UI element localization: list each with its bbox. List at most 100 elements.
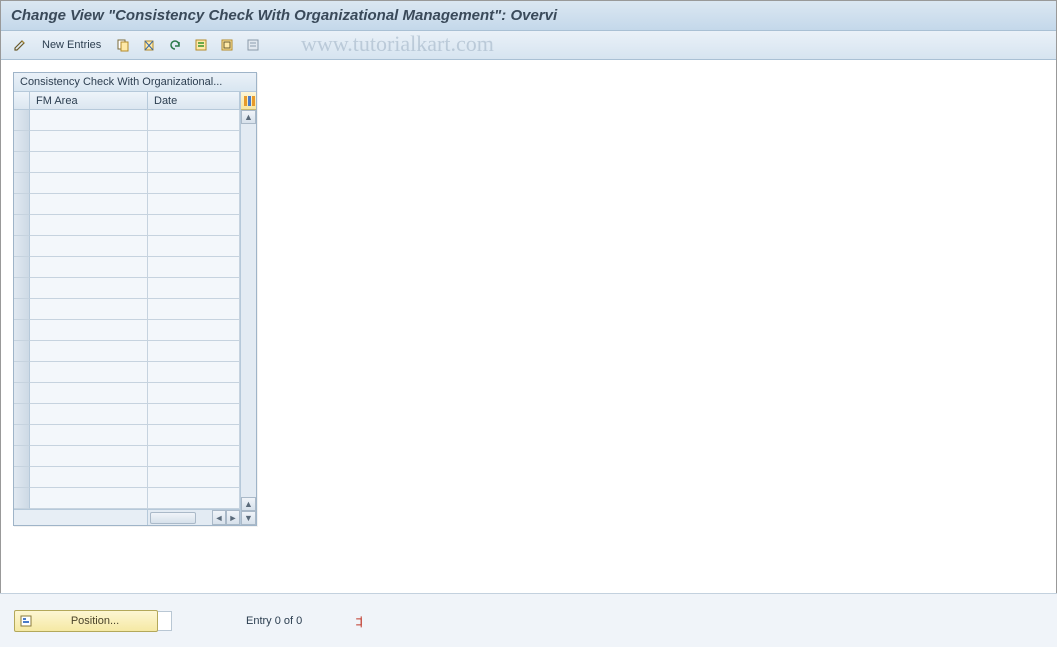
table-row[interactable] <box>14 131 240 152</box>
cell-fm-area[interactable] <box>30 467 148 488</box>
table-row[interactable] <box>14 257 240 278</box>
table-row[interactable] <box>14 320 240 341</box>
cell-fm-area[interactable] <box>30 194 148 215</box>
table-row[interactable] <box>14 152 240 173</box>
row-selector[interactable] <box>14 110 30 131</box>
cell-date[interactable] <box>148 425 240 446</box>
select-block-icon[interactable] <box>216 35 238 55</box>
table-row[interactable] <box>14 215 240 236</box>
row-selector[interactable] <box>14 173 30 194</box>
position-input[interactable] <box>158 611 172 631</box>
deselect-all-icon[interactable] <box>242 35 264 55</box>
table-row[interactable] <box>14 236 240 257</box>
cell-fm-area[interactable] <box>30 173 148 194</box>
cell-date[interactable] <box>148 383 240 404</box>
hscroll-left-button[interactable]: ◄ <box>212 510 226 525</box>
table-row[interactable] <box>14 425 240 446</box>
row-selector[interactable] <box>14 341 30 362</box>
resize-handle-icon[interactable]: ┐┘ <box>356 615 370 627</box>
cell-fm-area[interactable] <box>30 278 148 299</box>
column-header-fm-area[interactable]: FM Area <box>30 92 148 110</box>
undo-icon[interactable] <box>164 35 186 55</box>
cell-date[interactable] <box>148 341 240 362</box>
cell-date[interactable] <box>148 362 240 383</box>
cell-date[interactable] <box>148 299 240 320</box>
cell-fm-area[interactable] <box>30 446 148 467</box>
table-row[interactable] <box>14 194 240 215</box>
row-selector[interactable] <box>14 215 30 236</box>
new-entries-button[interactable]: New Entries <box>35 35 108 55</box>
table-row[interactable] <box>14 488 240 509</box>
hscroll-right-button[interactable]: ► <box>226 510 240 525</box>
row-selector[interactable] <box>14 257 30 278</box>
table-row[interactable] <box>14 404 240 425</box>
row-selector[interactable] <box>14 488 30 509</box>
vscroll-down-button[interactable]: ▲ <box>241 497 256 511</box>
cell-date[interactable] <box>148 110 240 131</box>
cell-date[interactable] <box>148 320 240 341</box>
table-row[interactable] <box>14 299 240 320</box>
grid-body <box>14 110 240 509</box>
cell-date[interactable] <box>148 236 240 257</box>
table-row[interactable] <box>14 362 240 383</box>
cell-fm-area[interactable] <box>30 152 148 173</box>
cell-date[interactable] <box>148 173 240 194</box>
cell-fm-area[interactable] <box>30 299 148 320</box>
row-selector[interactable] <box>14 131 30 152</box>
table-row[interactable] <box>14 173 240 194</box>
cell-date[interactable] <box>148 467 240 488</box>
row-selector[interactable] <box>14 446 30 467</box>
cell-fm-area[interactable] <box>30 131 148 152</box>
column-header-date[interactable]: Date <box>148 92 240 110</box>
cell-fm-area[interactable] <box>30 320 148 341</box>
cell-date[interactable] <box>148 131 240 152</box>
table-row[interactable] <box>14 341 240 362</box>
cell-date[interactable] <box>148 404 240 425</box>
cell-fm-area[interactable] <box>30 215 148 236</box>
row-selector[interactable] <box>14 425 30 446</box>
cell-date[interactable] <box>148 278 240 299</box>
row-selector[interactable] <box>14 362 30 383</box>
delete-icon[interactable] <box>138 35 160 55</box>
select-all-icon[interactable] <box>190 35 212 55</box>
cell-fm-area[interactable] <box>30 236 148 257</box>
vscroll-down-button-2[interactable]: ▼ <box>241 511 256 525</box>
cell-date[interactable] <box>148 488 240 509</box>
row-selector[interactable] <box>14 467 30 488</box>
cell-fm-area[interactable] <box>30 425 148 446</box>
cell-fm-area[interactable] <box>30 341 148 362</box>
cell-date[interactable] <box>148 446 240 467</box>
cell-fm-area[interactable] <box>30 257 148 278</box>
row-selector[interactable] <box>14 383 30 404</box>
table-row[interactable] <box>14 278 240 299</box>
cell-date[interactable] <box>148 152 240 173</box>
row-selector[interactable] <box>14 278 30 299</box>
cell-date[interactable] <box>148 215 240 236</box>
cell-fm-area[interactable] <box>30 362 148 383</box>
column-header-selector[interactable] <box>14 92 30 110</box>
table-row[interactable] <box>14 446 240 467</box>
row-selector[interactable] <box>14 404 30 425</box>
copy-icon[interactable] <box>112 35 134 55</box>
row-selector[interactable] <box>14 236 30 257</box>
table-row[interactable] <box>14 383 240 404</box>
table-row[interactable] <box>14 467 240 488</box>
row-selector[interactable] <box>14 320 30 341</box>
cell-fm-area[interactable] <box>30 488 148 509</box>
cell-date[interactable] <box>148 194 240 215</box>
vscroll-up-button[interactable]: ▲ <box>241 110 256 124</box>
toggle-change-icon[interactable] <box>9 35 31 55</box>
table-row[interactable] <box>14 110 240 131</box>
row-selector[interactable] <box>14 194 30 215</box>
hscroll-thumb[interactable] <box>150 512 196 524</box>
row-selector[interactable] <box>14 299 30 320</box>
cell-fm-area[interactable] <box>30 404 148 425</box>
row-selector[interactable] <box>14 152 30 173</box>
cell-date[interactable] <box>148 257 240 278</box>
cell-fm-area[interactable] <box>30 110 148 131</box>
cell-fm-area[interactable] <box>30 383 148 404</box>
hscroll-track[interactable] <box>148 510 212 525</box>
position-button[interactable]: Position... <box>14 610 158 632</box>
configure-columns-icon[interactable] <box>241 92 256 110</box>
vscroll-track[interactable] <box>241 124 256 497</box>
